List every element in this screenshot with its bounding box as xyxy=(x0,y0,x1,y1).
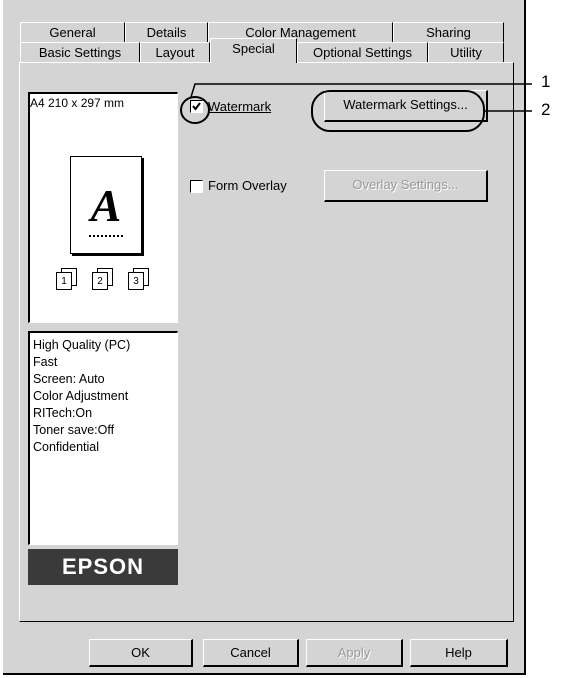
overlay-settings-button: Overlay Settings... xyxy=(324,170,488,202)
callout-number-2: 2 xyxy=(541,100,551,119)
printer-properties-dialog: General Details Color Management Sharing… xyxy=(3,0,526,675)
watermark-checkbox[interactable] xyxy=(190,100,203,113)
summary-line: Toner save:Off xyxy=(33,423,115,437)
summary-line: RITech:On xyxy=(33,406,93,420)
watermark-settings-button[interactable]: Watermark Settings... xyxy=(324,90,488,122)
watermark-label[interactable]: Watermark xyxy=(208,99,271,114)
tab-details[interactable]: Details xyxy=(125,22,208,43)
check-icon xyxy=(192,102,201,111)
special-tab-panel: A4 210 x 297 mm A 1 2 3 High Quality (PC… xyxy=(19,62,514,622)
page-preview: A4 210 x 297 mm A 1 2 3 xyxy=(28,92,178,323)
copy-icon-1: 1 xyxy=(56,268,86,290)
tab-basic-settings[interactable]: Basic Settings xyxy=(20,42,140,63)
form-overlay-checkbox[interactable] xyxy=(190,180,203,193)
cancel-button[interactable]: Cancel xyxy=(203,639,299,667)
help-button[interactable]: Help xyxy=(410,639,508,667)
epson-logo: EPSON xyxy=(28,549,178,585)
copy-icon-2: 2 xyxy=(92,268,122,290)
apply-button: Apply xyxy=(306,639,403,667)
summary-line: Fast xyxy=(33,355,58,369)
summary-line: Screen: Auto xyxy=(33,372,105,386)
copy-icon-3: 3 xyxy=(128,268,158,290)
tab-optional-settings[interactable]: Optional Settings xyxy=(297,42,428,63)
tab-general[interactable]: General xyxy=(20,22,125,43)
callout-number-1: 1 xyxy=(541,72,551,91)
paper-size-label: A4 210 x 297 mm xyxy=(30,96,125,110)
form-overlay-label[interactable]: Form Overlay xyxy=(208,178,287,193)
settings-summary: High Quality (PC) Fast Screen: Auto Colo… xyxy=(28,331,178,545)
page-thumbnail: A xyxy=(70,156,142,254)
page-letter: A xyxy=(90,180,122,231)
tab-utility[interactable]: Utility xyxy=(428,42,504,63)
tab-special[interactable]: Special xyxy=(210,38,297,63)
summary-line: High Quality (PC) xyxy=(33,338,131,352)
summary-line: Color Adjustment xyxy=(33,389,129,403)
summary-line: Confidential xyxy=(33,440,100,454)
ok-button[interactable]: OK xyxy=(89,639,193,667)
tab-sharing[interactable]: Sharing xyxy=(393,22,504,43)
page-rule xyxy=(89,235,123,239)
tab-layout[interactable]: Layout xyxy=(140,42,210,63)
